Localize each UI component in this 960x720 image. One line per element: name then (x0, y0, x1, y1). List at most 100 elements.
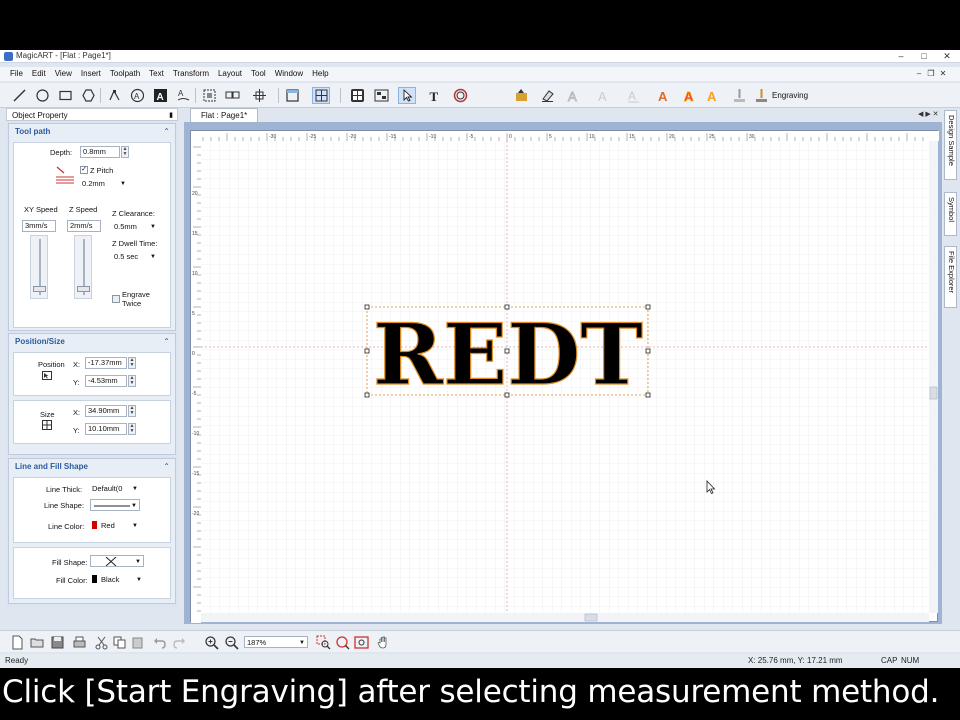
drawing-canvas[interactable]: -30 -25 -20 -15 -10 -5 0 5 10 15 20 25 30 20 15 10 5 0 -5… (190, 130, 939, 623)
path-text-button[interactable]: A (174, 87, 192, 104)
outline-offset-button[interactable] (451, 87, 469, 104)
position-x-input[interactable]: -17.37mm (85, 357, 127, 369)
z-pitch-checkbox[interactable]: ✓ (80, 166, 88, 174)
z-speed-input[interactable]: 2mm/s (67, 220, 101, 232)
text-effect-2-button[interactable]: A (704, 87, 722, 104)
cut-button[interactable] (92, 634, 110, 651)
engrave-setup-button[interactable] (730, 87, 748, 104)
file-explorer-tab[interactable]: File Explorer (944, 246, 957, 308)
minimize-button[interactable]: – (890, 50, 912, 62)
print-button[interactable] (70, 634, 88, 651)
zoom-in-button[interactable] (202, 634, 220, 651)
menu-window[interactable]: Window (275, 69, 303, 78)
menu-toolpath[interactable]: Toolpath (110, 69, 140, 78)
group-button[interactable] (200, 87, 218, 104)
position-size-section-header[interactable]: Position/Size ⌃ (9, 334, 175, 350)
page-frame-button[interactable] (283, 87, 301, 104)
line-fill-section-header[interactable]: Line and Fill Shape ⌃ (9, 459, 175, 475)
mdi-minimize-button[interactable]: – (914, 69, 924, 79)
slider-thumb[interactable] (77, 286, 90, 292)
line-thick-select[interactable]: Default(0 ▼ (90, 483, 140, 495)
tool-path-section-header[interactable]: Tool path ⌃ (9, 124, 175, 140)
line-color-select[interactable]: Red ▼ (90, 520, 140, 532)
symbol-button[interactable] (372, 87, 390, 104)
menu-help[interactable]: Help (312, 69, 328, 78)
size-y-stepper[interactable]: ▲ ▼ (128, 423, 136, 435)
vertical-scroll-thumb[interactable] (929, 386, 938, 400)
pin-icon[interactable]: ▮ (169, 111, 173, 119)
fill-shape-select[interactable]: ▼ (90, 555, 144, 567)
slider-thumb[interactable] (33, 286, 46, 292)
ellipse-tool-button[interactable] (33, 87, 51, 104)
zoom-all-button[interactable] (333, 634, 351, 651)
menu-text[interactable]: Text (149, 69, 164, 78)
symbol-tab[interactable]: Symbol (944, 192, 957, 236)
collapse-icon[interactable]: ⌃ (163, 462, 170, 471)
line-shape-select[interactable]: ▼ (90, 499, 140, 511)
size-x-stepper[interactable]: ▲ ▼ (128, 405, 136, 417)
zoom-page-button[interactable] (352, 634, 370, 651)
text-tool-button[interactable]: T (425, 87, 443, 104)
redo-button[interactable] (170, 634, 188, 651)
document-tab[interactable]: Flat : Page1* (190, 108, 258, 122)
mdi-restore-button[interactable]: ❐ (926, 69, 936, 79)
collapse-icon[interactable]: ⌃ (163, 127, 170, 136)
text-style-3-button[interactable]: A (624, 87, 642, 104)
close-window-button[interactable]: ✕ (936, 50, 958, 62)
maximize-button[interactable]: □ (913, 50, 935, 62)
position-y-input[interactable]: -4.53mm (85, 375, 127, 387)
xy-speed-slider[interactable] (30, 235, 48, 299)
text-style-2-button[interactable]: A (594, 87, 612, 104)
save-button[interactable] (48, 634, 66, 651)
new-file-button[interactable] (8, 634, 26, 651)
paste-button[interactable] (128, 634, 146, 651)
collapse-icon[interactable]: ⌃ (163, 337, 170, 346)
z-clearance-select[interactable]: 0.5mm ▼ (112, 221, 158, 233)
size-x-input[interactable]: 34.90mm (85, 405, 127, 417)
ungroup-button[interactable] (223, 87, 241, 104)
xy-speed-input[interactable]: 3mm/s (22, 220, 56, 232)
align-button[interactable] (250, 87, 268, 104)
undo-button[interactable] (150, 634, 168, 651)
z-dwell-select[interactable]: 0.5 sec ▼ (112, 251, 158, 263)
design-sample-button[interactable] (348, 87, 366, 104)
open-file-button[interactable] (28, 634, 46, 651)
line-tool-button[interactable] (10, 87, 28, 104)
design-sample-tab[interactable]: Design Sample (944, 110, 957, 180)
eraser-button[interactable] (538, 87, 556, 104)
z-speed-slider[interactable] (74, 235, 92, 299)
tab-scroll-arrows[interactable]: ◀ ▶ ✕ (918, 110, 939, 118)
z-pitch-select[interactable]: 0.2mm ▼ (80, 178, 128, 190)
engraving-button[interactable] (752, 87, 770, 104)
polygon-tool-button[interactable] (79, 87, 97, 104)
engraving-label[interactable]: Engraving (772, 91, 808, 100)
text-frame-button[interactable]: A (151, 87, 169, 104)
circle-text-button[interactable]: A (128, 87, 146, 104)
menu-insert[interactable]: Insert (81, 69, 101, 78)
menu-layout[interactable]: Layout (218, 69, 242, 78)
toolpath-button[interactable] (512, 87, 530, 104)
horizontal-scroll-thumb[interactable] (584, 613, 598, 622)
size-y-input[interactable]: 10.10mm (85, 423, 127, 435)
zoom-select[interactable]: 187% ▼ (244, 636, 308, 648)
grid-snap-button[interactable] (312, 87, 330, 104)
zoom-out-button[interactable] (222, 634, 240, 651)
menu-transform[interactable]: Transform (173, 69, 209, 78)
depth-input[interactable]: 0.8mm (80, 146, 120, 158)
menu-view[interactable]: View (55, 69, 72, 78)
text-style-1-button[interactable]: A (564, 87, 582, 104)
canvas-text-object[interactable]: REDT (372, 304, 643, 404)
select-tool-button[interactable] (398, 87, 416, 104)
text-effect-button[interactable]: A (681, 87, 699, 104)
menu-file[interactable]: File (10, 69, 23, 78)
fill-color-select[interactable]: Black ▼ (90, 574, 144, 586)
menu-edit[interactable]: Edit (32, 69, 46, 78)
menu-tool[interactable]: Tool (251, 69, 266, 78)
engrave-twice-checkbox[interactable] (112, 295, 120, 303)
position-y-stepper[interactable]: ▲ ▼ (128, 375, 136, 387)
node-edit-button[interactable] (105, 87, 123, 104)
copy-button[interactable] (110, 634, 128, 651)
position-x-stepper[interactable]: ▲ ▼ (128, 357, 136, 369)
rectangle-tool-button[interactable] (56, 87, 74, 104)
zoom-selection-button[interactable] (314, 634, 332, 651)
